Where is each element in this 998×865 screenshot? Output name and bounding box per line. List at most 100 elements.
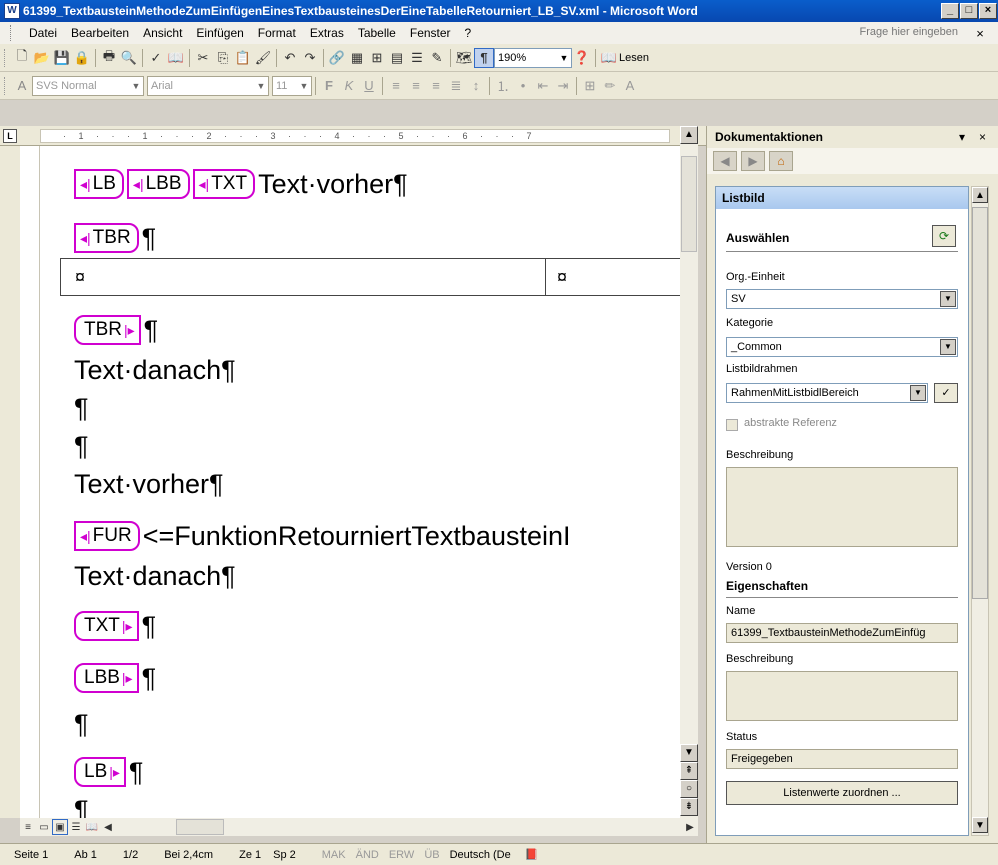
close-doc-icon[interactable]: × xyxy=(962,26,998,41)
style-combo[interactable]: SVS Normal ▼ xyxy=(32,75,144,96)
doc-line[interactable]: TXT |▸ ¶ xyxy=(74,608,156,644)
paste-icon[interactable]: 📋 xyxy=(233,48,253,68)
pane-menu-icon[interactable]: ▾ xyxy=(959,130,965,144)
status-macro[interactable]: MAK xyxy=(322,849,346,861)
justify-icon[interactable]: ≣ xyxy=(446,76,466,96)
save-icon[interactable]: 💾 xyxy=(52,48,72,68)
scroll-right-icon[interactable]: ▶ xyxy=(682,819,698,835)
description2-textarea[interactable] xyxy=(726,671,958,721)
next-page-icon[interactable]: ⇟ xyxy=(680,798,698,816)
scroll-down-icon[interactable]: ▼ xyxy=(680,744,698,762)
tag-txt-start[interactable]: ◂| TXT xyxy=(192,169,256,199)
hyperlink-icon[interactable]: 🔗 xyxy=(327,48,347,68)
line-spacing-icon[interactable]: ↕ xyxy=(466,76,486,96)
doc-line[interactable]: LB |▸ ¶ xyxy=(74,754,143,790)
print-icon[interactable]: 🖶 xyxy=(99,48,119,68)
assign-values-button[interactable]: Listenwerte zuordnen ... xyxy=(726,781,958,805)
doc-line[interactable]: LBB |▸ ¶ xyxy=(74,660,156,696)
description-textarea[interactable] xyxy=(726,467,958,547)
tag-lbb-end[interactable]: LBB |▸ xyxy=(74,663,139,693)
status-extend[interactable]: ERW xyxy=(389,849,414,861)
doc-line[interactable]: ¶ xyxy=(74,390,89,426)
open-icon[interactable]: 📂 xyxy=(32,48,52,68)
drawing-icon[interactable]: ✎ xyxy=(427,48,447,68)
help-search-input[interactable]: Frage hier eingeben xyxy=(784,24,962,42)
org-select[interactable]: SV ▼ xyxy=(726,289,958,309)
italic-icon[interactable]: K xyxy=(339,76,359,96)
doc-line[interactable]: ◂| TBR ¶ xyxy=(74,220,156,256)
vertical-scrollbar[interactable]: ▲ ▼ ⇞ ○ ⇟ xyxy=(680,126,698,818)
size-combo[interactable]: 11 ▼ xyxy=(272,75,312,96)
tag-lb-end[interactable]: LB |▸ xyxy=(74,757,126,787)
research-icon[interactable]: 📖 xyxy=(166,48,186,68)
print-layout-icon[interactable]: ▣ xyxy=(52,819,68,835)
doc-line[interactable]: Text·danach¶ xyxy=(74,352,236,388)
scroll-left-icon[interactable]: ◀ xyxy=(100,819,116,835)
browse-object-icon[interactable]: ○ xyxy=(680,780,698,798)
status-overtype[interactable]: ÜB xyxy=(424,849,439,861)
abstract-checkbox[interactable] xyxy=(726,419,738,431)
doc-line[interactable]: Text·vorher¶ xyxy=(74,466,224,502)
tag-lb-start[interactable]: ◂| LB xyxy=(74,169,124,199)
show-hide-icon[interactable]: ¶ xyxy=(474,47,494,68)
cut-icon[interactable]: ✂ xyxy=(193,48,213,68)
doc-line[interactable]: ◂| LB ◂| LBB ◂| TXT Text·vorher¶ xyxy=(74,166,408,202)
scroll-up-icon[interactable]: ▲ xyxy=(680,126,698,144)
undo-icon[interactable]: ↶ xyxy=(280,48,300,68)
bold-icon[interactable]: F xyxy=(319,76,339,96)
outline-view-icon[interactable]: ☰ xyxy=(68,819,84,835)
status-field[interactable]: Freigegeben xyxy=(726,749,958,769)
scroll-thumb[interactable] xyxy=(681,156,697,252)
doc-line[interactable]: TBR |▸ ¶ xyxy=(74,312,158,348)
border-icon[interactable]: ⊞ xyxy=(580,76,600,96)
table-cell[interactable]: ¤ xyxy=(557,267,567,288)
pane-scroll-thumb[interactable] xyxy=(972,207,988,599)
normal-view-icon[interactable]: ≡ xyxy=(20,819,36,835)
reading-view-icon[interactable]: 📖 xyxy=(84,819,100,835)
tag-lbb-start[interactable]: ◂| LBB xyxy=(126,169,190,199)
font-combo[interactable]: Arial ▼ xyxy=(147,75,269,96)
minimize-button[interactable]: _ xyxy=(941,3,959,19)
align-left-icon[interactable]: ≡ xyxy=(386,76,406,96)
permission-icon[interactable]: 🔒 xyxy=(72,48,92,68)
table-cell[interactable]: ¤ xyxy=(75,267,85,288)
web-view-icon[interactable]: ▭ xyxy=(36,819,52,835)
doc-line[interactable]: ¶ xyxy=(74,792,89,818)
tables-borders-icon[interactable]: ▦ xyxy=(347,48,367,68)
back-icon[interactable]: ◀ xyxy=(713,151,737,171)
columns-icon[interactable]: ☰ xyxy=(407,48,427,68)
read-icon[interactable]: 📖 xyxy=(599,48,619,68)
scroll-up-icon[interactable]: ▲ xyxy=(972,187,988,203)
bullets-icon[interactable]: • xyxy=(513,76,533,96)
print-preview-icon[interactable]: 🔍 xyxy=(119,48,139,68)
doc-table[interactable]: ¤ ¤ xyxy=(60,258,680,296)
horizontal-ruler[interactable]: L · 1 · · · 1 · · · 2 · · · 3 · · · 4 · … xyxy=(0,126,706,146)
menu-einfuegen[interactable]: Einfügen xyxy=(189,26,250,40)
spelling-icon[interactable]: ✓ xyxy=(146,48,166,68)
vertical-ruler[interactable] xyxy=(20,146,40,818)
menu-datei[interactable]: Datei xyxy=(22,26,64,40)
insert-excel-icon[interactable]: ▤ xyxy=(387,48,407,68)
doc-line[interactable]: ◂| FUR <=FunktionRetourniertTextbausteinI xyxy=(74,518,571,554)
align-right-icon[interactable]: ≡ xyxy=(426,76,446,96)
confirm-frame-button[interactable]: ✓ xyxy=(934,383,958,403)
pane-close-icon[interactable]: × xyxy=(979,130,986,144)
numbering-icon[interactable]: ⒈ xyxy=(493,76,513,96)
close-button[interactable]: × xyxy=(979,3,997,19)
align-center-icon[interactable]: ≡ xyxy=(406,76,426,96)
tag-tbr-end[interactable]: TBR |▸ xyxy=(74,315,141,345)
tab-selector-icon[interactable]: L xyxy=(3,129,17,143)
help-icon[interactable]: ❓ xyxy=(572,48,592,68)
hscroll-thumb[interactable] xyxy=(176,819,224,835)
tag-fur-start[interactable]: ◂| FUR xyxy=(74,521,140,551)
menu-format[interactable]: Format xyxy=(251,26,303,40)
font-color-icon[interactable]: A xyxy=(620,76,640,96)
status-language[interactable]: Deutsch (De xyxy=(450,849,511,861)
prev-page-icon[interactable]: ⇞ xyxy=(680,762,698,780)
tag-tbr-start[interactable]: ◂| TBR xyxy=(74,223,139,253)
menu-help[interactable]: ? xyxy=(458,26,479,40)
new-doc-icon[interactable]: 🗋 xyxy=(12,48,32,68)
read-button[interactable]: Lesen xyxy=(619,52,649,64)
spelling-status-icon[interactable]: 📕 xyxy=(525,848,539,861)
document-canvas[interactable]: ◂| LB ◂| LBB ◂| TXT Text·vorher¶ ◂| TBR ¶ ¤ … xyxy=(40,146,680,818)
